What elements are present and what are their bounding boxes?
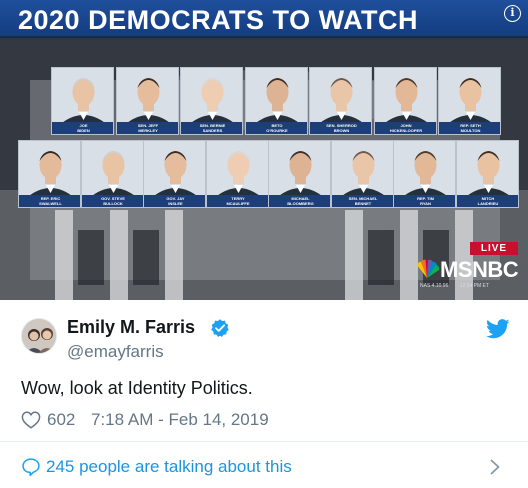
candidate-portrait	[331, 141, 393, 199]
chevron-right-icon[interactable]	[489, 459, 501, 475]
candidate-card: GOV. STEVE BULLOCK	[80, 140, 144, 208]
candidate-portrait	[456, 141, 518, 199]
msnbc-logo: MSNBC	[414, 257, 520, 282]
tweet-text: Wow, look at Identity Politics.	[21, 378, 253, 398]
candidate-caption: TERRY MCAULIFFE	[206, 195, 268, 207]
candidate-caption: REP. SETH MOULTON	[439, 122, 500, 134]
candidate-grid: JOE BIDEN SEN. JEFF MERKLEY SEN. BERNIE SA…	[0, 0, 528, 300]
tweet-media-image[interactable]: 2020 DEMOCRATS TO WATCH i JOE BIDEN SEN. …	[0, 0, 528, 300]
peacock-icon	[417, 259, 440, 278]
candidate-caption: SEN. SHERROD BROWN	[310, 122, 371, 134]
like-count[interactable]: 602	[47, 410, 75, 430]
candidate-card: REP. ERIC SWALWELL	[18, 140, 81, 208]
candidate-portrait	[19, 141, 80, 199]
candidate-caption: MICHAEL BLOOMBERG	[269, 195, 330, 207]
candidate-caption: BETO O'ROURKE	[245, 122, 307, 134]
candidate-caption: GOV. JAY INSLEE	[144, 195, 205, 207]
candidate-portrait	[310, 68, 371, 126]
ticker-left: NAS 4.10.96	[420, 283, 449, 289]
verified-badge-icon	[211, 319, 229, 337]
candidate-caption: GOV. STEVE BULLOCK	[81, 195, 143, 207]
candidate-card: REP. SETH MOULTON	[438, 67, 501, 135]
candidate-portrait	[81, 141, 143, 199]
speech-bubble-icon[interactable]	[21, 457, 41, 477]
candidate-portrait	[439, 68, 500, 126]
candidate-portrait	[374, 68, 436, 126]
divider	[0, 441, 528, 442]
candidate-portrait	[394, 141, 455, 199]
candidate-card: SEN. SHERROD BROWN	[309, 67, 372, 135]
candidate-card: JOHN HICKENLOOPER	[373, 67, 437, 135]
candidate-caption: SEN. MICHAEL BENNET	[331, 195, 393, 207]
conversation-link[interactable]: 245 people are talking about this	[46, 457, 292, 477]
candidate-card: GOV. JAY INSLEE	[143, 140, 206, 208]
candidate-card: MICHAEL BLOOMBERG	[268, 140, 331, 208]
twitter-bird-icon[interactable]	[486, 319, 510, 339]
candidate-card: MITCH LANDRIEU	[455, 140, 519, 208]
candidate-card: SEN. JEFF MERKLEY	[115, 67, 179, 135]
user-handle[interactable]: @emayfarris	[67, 342, 164, 362]
candidate-caption: SEN. BERNIE SANDERS	[181, 122, 242, 134]
candidate-caption: REP. TIM RYAN	[394, 195, 455, 207]
candidate-portrait	[206, 141, 268, 199]
candidate-caption: MITCH LANDRIEU	[456, 195, 518, 207]
candidate-card: REP. TIM RYAN	[393, 140, 456, 208]
candidate-caption: JOHN HICKENLOOPER	[374, 122, 436, 134]
candidate-caption: REP. ERIC SWALWELL	[19, 195, 80, 207]
candidate-caption: SEN. JEFF MERKLEY	[116, 122, 178, 134]
tweet-timestamp[interactable]: 7:18 AM - Feb 14, 2019	[91, 410, 269, 430]
candidate-card: TERRY MCAULIFFE	[205, 140, 269, 208]
candidate-card: SEN. MICHAEL BENNET	[330, 140, 394, 208]
candidate-card: BETO O'ROURKE	[244, 67, 308, 135]
candidate-portrait	[269, 141, 330, 199]
ticker: NAS 4.10.96 12:34 PM ET	[420, 283, 520, 290]
live-badge: LIVE	[470, 242, 518, 255]
candidate-portrait	[181, 68, 242, 126]
candidate-portrait	[245, 68, 307, 126]
candidate-portrait	[116, 68, 178, 126]
heart-icon[interactable]	[21, 411, 41, 429]
candidate-caption: JOE BIDEN	[52, 122, 113, 134]
candidate-card: SEN. BERNIE SANDERS	[180, 67, 243, 135]
candidate-portrait	[52, 68, 113, 126]
candidate-portrait	[144, 141, 205, 199]
candidate-card: JOE BIDEN	[51, 67, 114, 135]
ticker-right: 12:34 PM ET	[459, 283, 489, 289]
display-name[interactable]: Emily M. Farris	[67, 317, 195, 338]
avatar[interactable]	[21, 318, 57, 354]
network-wordmark: MSNBC	[440, 257, 519, 282]
